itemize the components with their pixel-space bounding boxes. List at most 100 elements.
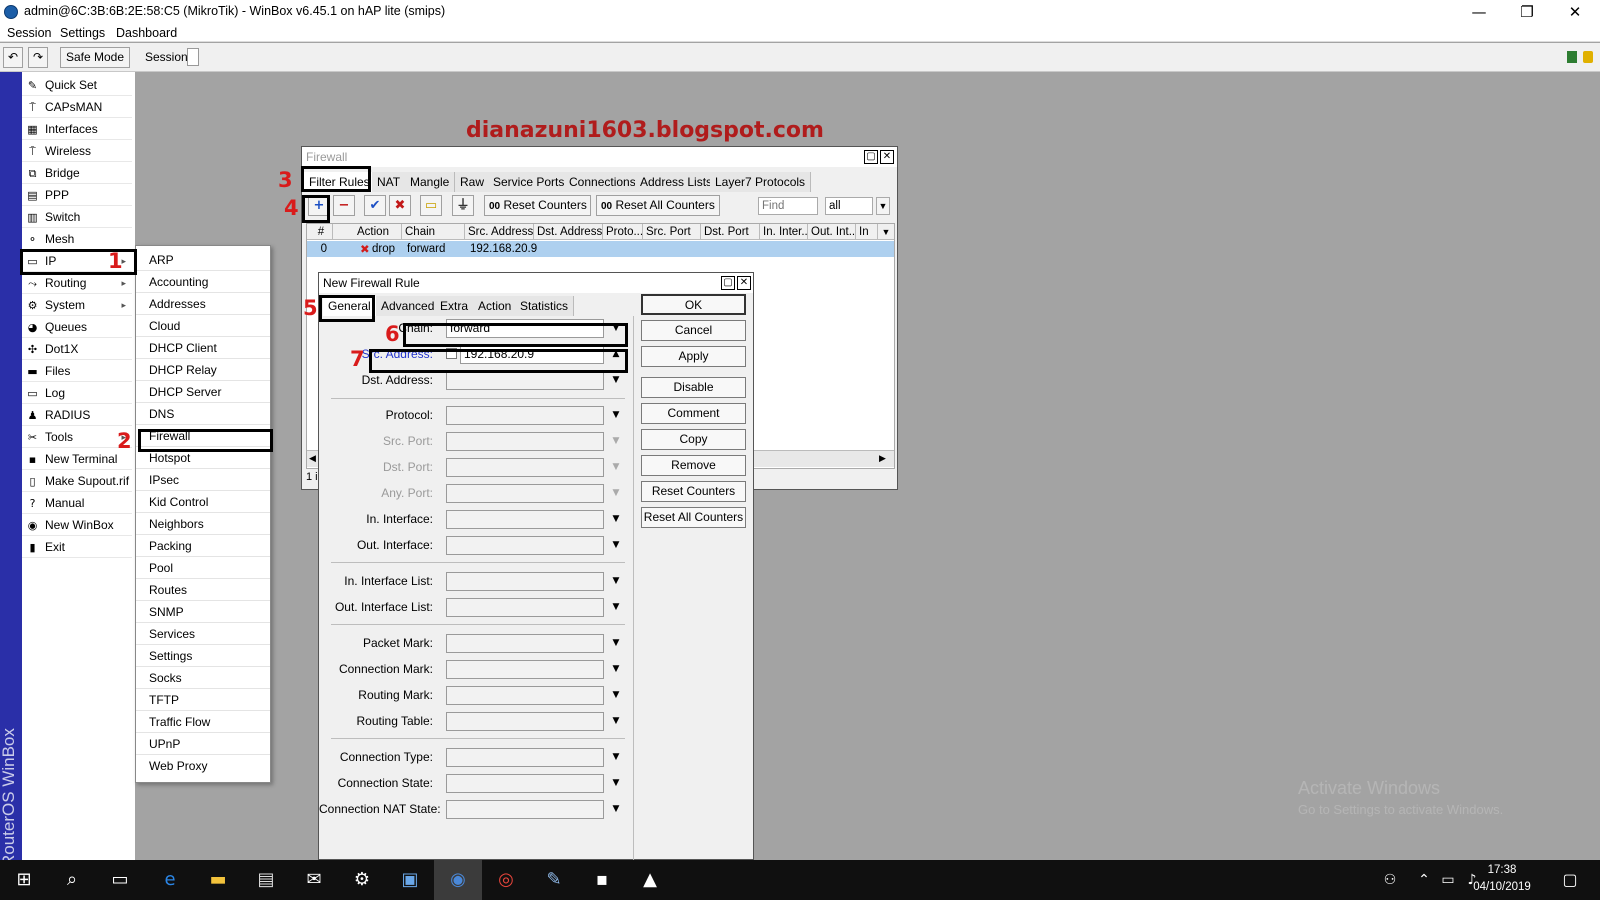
tab-statistics[interactable]: Statistics <box>515 296 575 316</box>
submenu-item-services[interactable]: Services <box>136 623 270 645</box>
file-explorer-icon[interactable]: ▬ <box>194 860 242 900</box>
dst-port-dropdown-icon[interactable]: ▼ <box>609 460 623 474</box>
comment-button[interactable]: ▭ <box>420 195 442 216</box>
ok-button[interactable]: OK <box>641 294 746 315</box>
submenu-item-dns[interactable]: DNS <box>136 403 270 425</box>
safe-mode-button[interactable]: Safe Mode <box>60 47 130 68</box>
out-interface-dropdown-icon[interactable]: ▼ <box>609 538 623 552</box>
chain-select[interactable]: forward <box>446 319 604 338</box>
sidebar-item-files[interactable]: ▬ Files <box>22 361 132 382</box>
packet-mark-select[interactable] <box>446 634 604 653</box>
network-app-icon[interactable]: ▣ <box>386 860 434 900</box>
column-header[interactable]: In <box>856 224 878 240</box>
tab-layer7-protocols[interactable]: Layer7 Protocols <box>710 172 812 192</box>
reset-all-counters-button[interactable]: 00 Reset All Counters <box>596 195 720 216</box>
sidebar-item-interfaces[interactable]: ▦ Interfaces <box>22 119 132 140</box>
firewall-maximize-button[interactable]: ▢ <box>864 150 878 164</box>
sidebar-item-dot1x[interactable]: ✣ Dot1X <box>22 339 132 360</box>
src-port-dropdown-icon[interactable]: ▼ <box>609 434 623 448</box>
sidebar-item-new-winbox[interactable]: ◉ New WinBox <box>22 515 132 536</box>
sidebar-item-manual[interactable]: ? Manual <box>22 493 132 514</box>
tab-advanced[interactable]: Advanced <box>376 296 441 316</box>
any-port-dropdown-icon[interactable]: ▼ <box>609 486 623 500</box>
minimize-button[interactable]: — <box>1456 2 1502 22</box>
submenu-item-firewall[interactable]: Firewall <box>136 425 270 447</box>
sidebar-item-queues[interactable]: ◕ Queues <box>22 317 132 338</box>
reset-counters-button[interactable]: 00 Reset Counters <box>484 195 591 216</box>
menu-session[interactable]: Session <box>7 26 51 40</box>
close-button[interactable]: ✕ <box>1552 2 1598 22</box>
menu-dashboard[interactable]: Dashboard <box>116 26 177 40</box>
tab-general[interactable]: General <box>323 296 377 316</box>
sidebar-item-routing[interactable]: ⤳ Routing ▸ <box>22 273 132 294</box>
undo-button[interactable]: ↶ <box>3 47 23 68</box>
column-header[interactable]: Chain <box>402 224 465 240</box>
submenu-item-dhcp-relay[interactable]: DHCP Relay <box>136 359 270 381</box>
dst-port-input[interactable] <box>446 458 604 477</box>
sidebar-item-exit[interactable]: ▮ Exit <box>22 537 132 558</box>
src-port-input[interactable] <box>446 432 604 451</box>
out-interface-list-dropdown-icon[interactable]: ▼ <box>609 600 623 614</box>
menu-settings[interactable]: Settings <box>60 26 105 40</box>
column-header[interactable]: Proto... <box>603 224 643 240</box>
submenu-item-ipsec[interactable]: IPsec <box>136 469 270 491</box>
task-view-icon[interactable]: ▭ <box>96 860 144 900</box>
copy-button[interactable]: Copy <box>641 429 746 450</box>
in-interface-list-select[interactable] <box>446 572 604 591</box>
sidebar-item-switch[interactable]: ▥ Switch <box>22 207 132 228</box>
filter-icon[interactable]: ⏚ <box>452 195 474 216</box>
tab-nat[interactable]: NAT <box>372 172 407 192</box>
sidebar-item-radius[interactable]: ♟ RADIUS <box>22 405 132 426</box>
dialog-maximize-button[interactable]: ▢ <box>721 276 735 290</box>
routing-table-select[interactable] <box>446 712 604 731</box>
submenu-item-web-proxy[interactable]: Web Proxy <box>136 755 270 777</box>
sidebar-item-system[interactable]: ⚙ System ▸ <box>22 295 132 316</box>
firewall-close-button[interactable]: ✕ <box>880 150 894 164</box>
submenu-item-arp[interactable]: ARP <box>136 249 270 271</box>
any-port-input[interactable] <box>446 484 604 503</box>
mail-icon[interactable]: ✉ <box>290 860 338 900</box>
column-header[interactable]: Src. Address <box>465 224 534 240</box>
enable-rule-button[interactable]: ✔ <box>364 195 386 216</box>
in-interface-select[interactable] <box>446 510 604 529</box>
chain-dropdown-icon[interactable]: ▼ <box>609 321 623 335</box>
protocol-dropdown-icon[interactable]: ▼ <box>609 408 623 422</box>
chrome-icon[interactable]: ◎ <box>482 860 530 900</box>
sidebar-item-tools[interactable]: ✂ Tools ▸ <box>22 427 132 448</box>
columns-dropdown-icon[interactable]: ▼ <box>879 224 893 240</box>
src-address-input[interactable]: 192.168.20.9 <box>460 345 604 364</box>
filter-select[interactable]: all <box>825 197 873 215</box>
packet-mark-dropdown-icon[interactable]: ▼ <box>609 636 623 650</box>
filter-dropdown-icon[interactable]: ▼ <box>876 197 890 215</box>
find-input[interactable] <box>758 197 818 215</box>
protocol-select[interactable] <box>446 406 604 425</box>
photos-icon[interactable]: ▲ <box>626 860 674 900</box>
submenu-item-dhcp-server[interactable]: DHCP Server <box>136 381 270 403</box>
connection-state-dropdown-icon[interactable]: ▼ <box>609 776 623 790</box>
sidebar-item-quick-set[interactable]: ✎ Quick Set <box>22 75 132 96</box>
submenu-item-addresses[interactable]: Addresses <box>136 293 270 315</box>
sidebar-item-make-supout[interactable]: ▯ Make Supout.rif <box>22 471 132 492</box>
start-icon[interactable]: ⊞ <box>0 860 48 900</box>
submenu-item-cloud[interactable]: Cloud <box>136 315 270 337</box>
edge-icon[interactable]: e <box>146 860 194 900</box>
connection-type-dropdown-icon[interactable]: ▼ <box>609 750 623 764</box>
search-icon[interactable]: ⌕ <box>48 860 96 900</box>
disable-rule-button[interactable]: ✖ <box>389 195 411 216</box>
submenu-item-neighbors[interactable]: Neighbors <box>136 513 270 535</box>
submenu-item-dhcp-client[interactable]: DHCP Client <box>136 337 270 359</box>
submenu-item-kid-control[interactable]: Kid Control <box>136 491 270 513</box>
routing-mark-dropdown-icon[interactable]: ▼ <box>609 688 623 702</box>
submenu-item-pool[interactable]: Pool <box>136 557 270 579</box>
column-header[interactable]: Action <box>354 224 402 240</box>
reset-all-counters-button[interactable]: Reset All Counters <box>641 507 746 528</box>
in-interface-list-dropdown-icon[interactable]: ▼ <box>609 574 623 588</box>
clock-time[interactable]: 17:38 <box>1472 864 1532 876</box>
tab-connections[interactable]: Connections <box>564 172 642 192</box>
maximize-button[interactable]: ❐ <box>1504 2 1550 22</box>
comment-button[interactable]: Comment <box>641 403 746 424</box>
submenu-item-packing[interactable]: Packing <box>136 535 270 557</box>
connection-mark-select[interactable] <box>446 660 604 679</box>
out-interface-list-select[interactable] <box>446 598 604 617</box>
dst-address-input[interactable] <box>446 371 604 390</box>
